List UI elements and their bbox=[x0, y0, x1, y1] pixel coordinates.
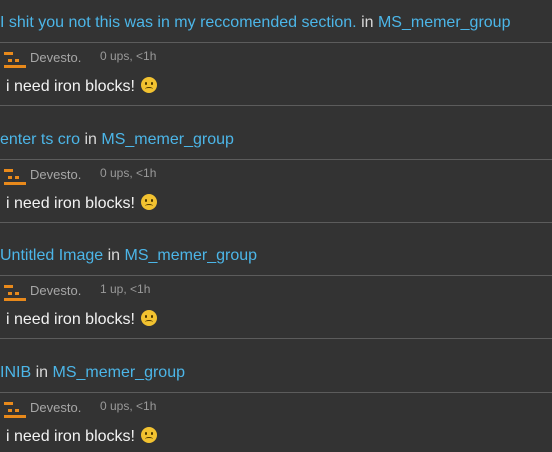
frowning-face-icon bbox=[141, 426, 158, 443]
group-link[interactable]: MS_memer_group bbox=[101, 131, 234, 148]
comment-author[interactable]: Devesto. bbox=[30, 49, 81, 67]
post-title-link[interactable]: INIB bbox=[0, 364, 31, 381]
comment-text: i need iron blocks! bbox=[6, 193, 158, 215]
in-label: in bbox=[84, 130, 97, 148]
post-title-link[interactable]: enter ts cro bbox=[0, 131, 80, 148]
comment-score: 0 ups, <1h bbox=[100, 165, 157, 180]
divider bbox=[0, 105, 552, 106]
comment-text-content: i need iron blocks! bbox=[6, 311, 135, 328]
post-header: INIB in MS_memer_group bbox=[0, 350, 552, 392]
comment-score: 0 ups, <1h bbox=[100, 398, 157, 413]
avatar-icon[interactable] bbox=[4, 285, 26, 301]
divider bbox=[0, 338, 552, 339]
post-header: I shit you not this was in my reccomende… bbox=[0, 0, 552, 42]
post-header: Untitled Image in MS_memer_group bbox=[0, 233, 552, 275]
post-title-link[interactable]: Untitled Image bbox=[0, 247, 103, 264]
divider bbox=[0, 221, 552, 223]
feed-entry: enter ts cro in MS_memer_group Devesto. … bbox=[0, 117, 552, 234]
comment-text-content: i need iron blocks! bbox=[6, 427, 135, 445]
frowning-face-icon bbox=[141, 310, 158, 326]
comment: Devesto. 0 ups, <1h i need iron blocks! bbox=[0, 393, 552, 452]
comment: Devesto. 1 up, <1h i need iron blocks! bbox=[0, 276, 552, 338]
comment-feed: I shit you not this was in my reccomende… bbox=[0, 0, 552, 452]
comment-score: 0 ups, <1h bbox=[100, 49, 157, 63]
comment-text-content: i need iron blocks! bbox=[6, 194, 135, 212]
post-header: enter ts cro in MS_memer_group bbox=[0, 117, 552, 159]
group-link[interactable]: MS_memer_group bbox=[52, 364, 185, 381]
comment-text: i need iron blocks! bbox=[6, 426, 158, 448]
comment: Devesto. 0 ups, <1h i need iron blocks! bbox=[0, 160, 552, 222]
feed-entry: I shit you not this was in my reccomende… bbox=[0, 0, 552, 117]
comment-text: i need iron blocks! bbox=[6, 309, 158, 331]
comment-author[interactable]: Devesto. bbox=[30, 282, 81, 300]
group-link[interactable]: MS_memer_group bbox=[378, 14, 511, 31]
feed-entry: Untitled Image in MS_memer_group Devesto… bbox=[0, 233, 552, 350]
in-label: in bbox=[361, 14, 374, 31]
comment-author[interactable]: Devesto. bbox=[30, 399, 81, 417]
in-label: in bbox=[35, 363, 49, 381]
frowning-face-icon bbox=[141, 77, 158, 93]
comment-score: 1 up, <1h bbox=[100, 282, 151, 296]
frowning-face-icon bbox=[141, 193, 158, 210]
feed-entry: INIB in MS_memer_group Devesto. 0 ups, <… bbox=[0, 350, 552, 452]
comment: Devesto. 0 ups, <1h i need iron blocks! bbox=[0, 43, 552, 105]
in-label: in bbox=[107, 247, 121, 264]
post-title-link[interactable]: I shit you not this was in my reccomende… bbox=[0, 14, 357, 31]
comment-text-content: i need iron blocks! bbox=[6, 78, 135, 95]
comment-text: i need iron blocks! bbox=[6, 76, 158, 98]
comment-author[interactable]: Devesto. bbox=[30, 166, 81, 184]
avatar-icon[interactable] bbox=[4, 168, 26, 185]
avatar-icon[interactable] bbox=[4, 401, 26, 418]
avatar-icon[interactable] bbox=[4, 52, 26, 68]
group-link[interactable]: MS_memer_group bbox=[125, 247, 258, 264]
